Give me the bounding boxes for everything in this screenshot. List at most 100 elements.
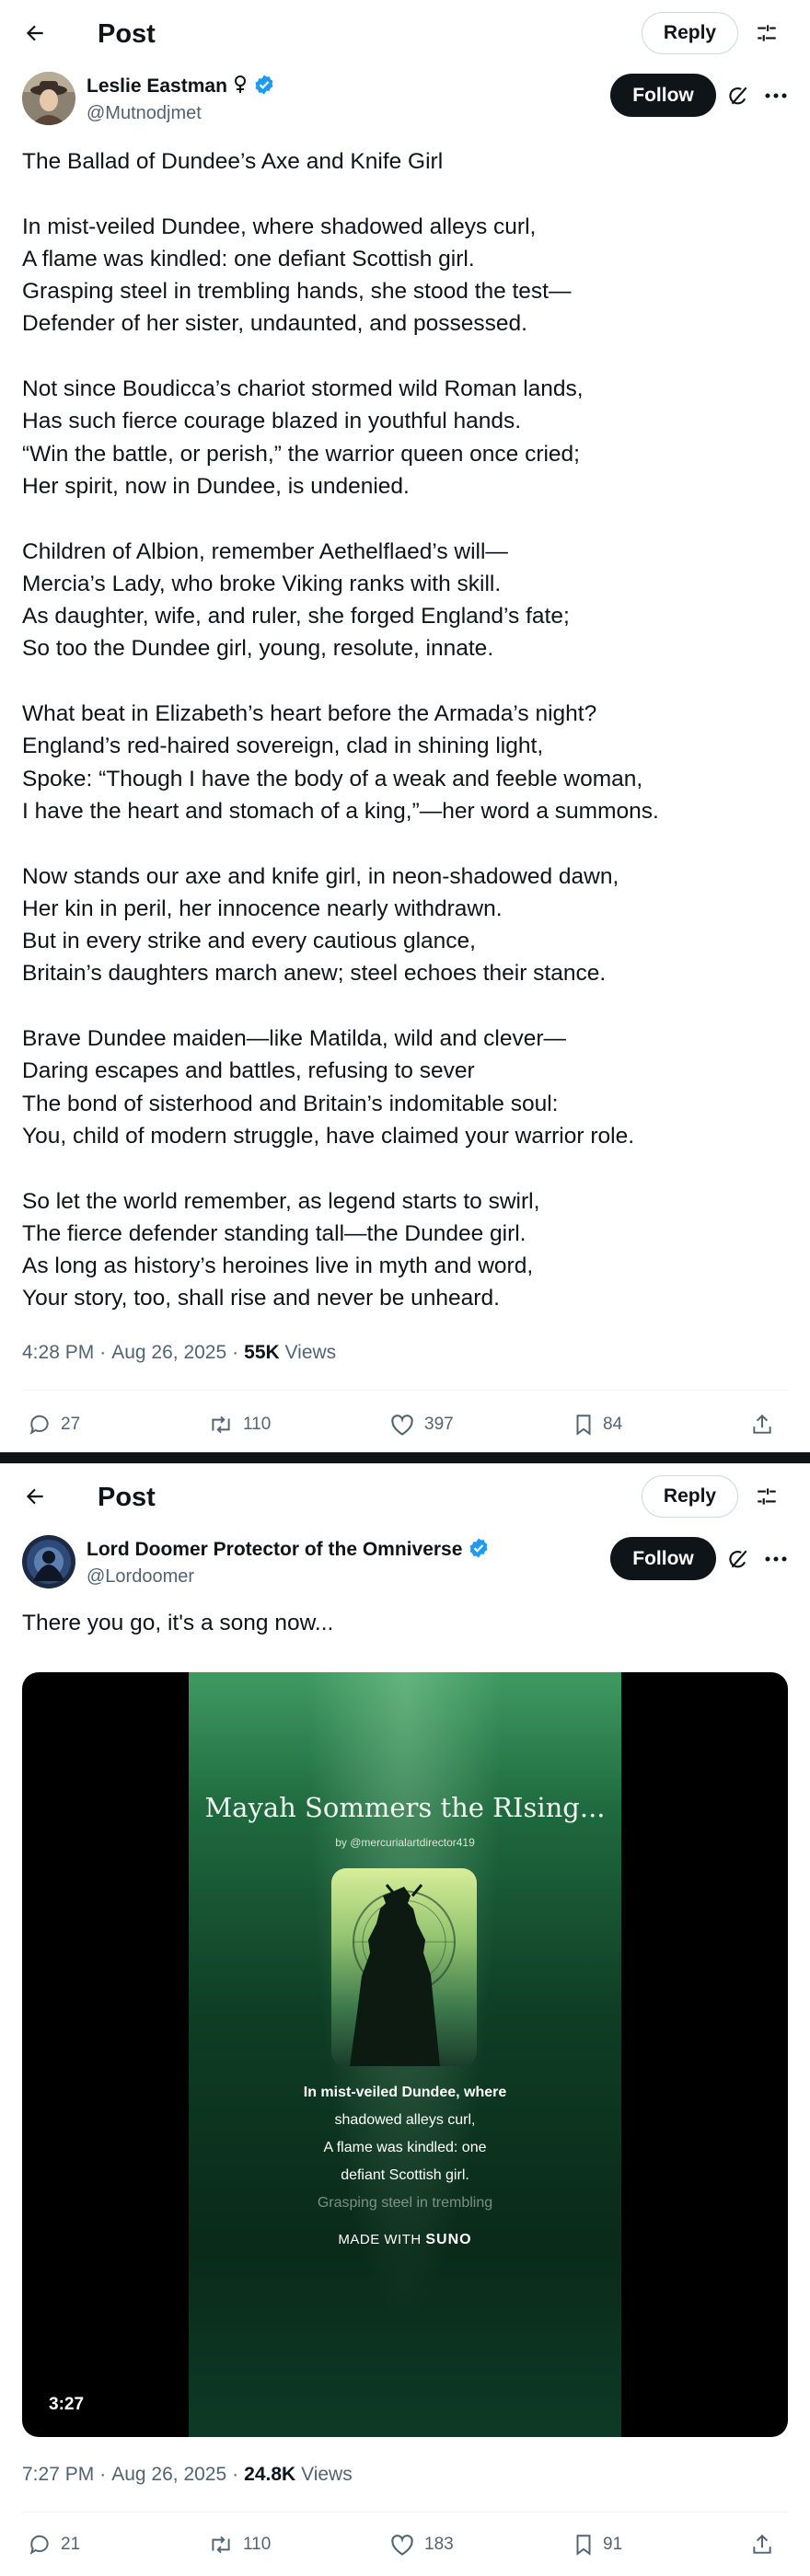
post-header: Post Reply: [0, 0, 810, 66]
bookmark-action[interactable]: 91: [573, 2522, 622, 2568]
post-time[interactable]: 4:28 PM: [22, 1342, 94, 1364]
back-arrow-icon[interactable]: [18, 17, 52, 50]
poem-title: The Ballad of Dundee’s Axe and Knife Gir…: [22, 145, 786, 178]
poem-line: But in every strike and every cautious g…: [22, 929, 476, 954]
poem-line: Has such fierce courage blazed in youthf…: [22, 409, 522, 434]
reply-button[interactable]: Reply: [642, 12, 738, 54]
post-separator: [0, 1452, 810, 1463]
avatar[interactable]: [22, 72, 75, 125]
video-duration: 3:27: [49, 2395, 85, 2414]
views-number: 24.8K: [244, 2464, 296, 2485]
poem-line: The fierce defender standing tall—the Du…: [22, 1220, 526, 1246]
meta-separator: ·: [99, 1342, 107, 1363]
views-label: Views: [284, 1342, 337, 1363]
share-action[interactable]: [750, 2522, 774, 2568]
share-icon: [750, 1413, 774, 1437]
post-date[interactable]: Aug 26, 2025: [111, 2464, 226, 2486]
song-cover-art: [331, 1868, 477, 2066]
grok-icon[interactable]: [723, 1544, 753, 1574]
author-handle[interactable]: @Mutnodjmet: [87, 103, 202, 124]
repost-count: 110: [243, 1415, 272, 1434]
post-time[interactable]: 7:27 PM: [22, 2464, 94, 2486]
reply-action[interactable]: 21: [28, 2522, 80, 2568]
post-text: There you go, it's a song now...: [22, 1611, 334, 1635]
share-action[interactable]: [750, 1402, 774, 1448]
views-count: 24.8K Views: [244, 2464, 353, 2486]
poem-line: “Win the battle, or perish,” the warrior…: [22, 441, 580, 467]
poem-stanza: Now stands our axe and knife girl, in ne…: [22, 861, 786, 990]
reply-icon: [28, 1413, 52, 1437]
poem-stanza: What beat in Elizabeth’s heart before th…: [22, 698, 786, 827]
poem-line: As long as history’s heroines live in my…: [22, 1253, 534, 1279]
video-player[interactable]: Mayah Sommers the RIsing... by @mercuria…: [22, 1672, 788, 2437]
author-name[interactable]: Lord Doomer Protector of the Omniverse: [87, 1539, 462, 1561]
poem-line: Mercia’s Lady, who broke Viking ranks wi…: [22, 571, 502, 596]
reply-button[interactable]: Reply: [642, 1475, 738, 1518]
poem-line: Grasping steel in trembling hands, she s…: [22, 279, 572, 305]
back-arrow-icon[interactable]: [18, 1480, 52, 1513]
post-text: The Ballad of Dundee’s Axe and Knife Gir…: [22, 145, 786, 1315]
heart-icon: [389, 2533, 415, 2557]
avatar[interactable]: [22, 1535, 75, 1588]
repost-action[interactable]: 110: [208, 1402, 271, 1448]
like-action[interactable]: 183: [389, 2522, 454, 2568]
reply-action[interactable]: 27: [28, 1402, 80, 1448]
views-label: Views: [301, 2464, 353, 2485]
poem-line: In mist-veiled Dundee, where shadowed al…: [22, 214, 537, 239]
poem-line: As daughter, wife, and ruler, she forged…: [22, 604, 570, 630]
poem-line: Defender of her sister, undaunted, and p…: [22, 311, 527, 337]
lyric-line: In mist-veiled Dundee, where: [303, 2085, 507, 2100]
meta-separator: ·: [232, 1342, 239, 1363]
post-meta: 7:27 PM · Aug 26, 2025 · 24.8K Views: [22, 2464, 353, 2486]
poem-line: Now stands our axe and knife girl, in ne…: [22, 863, 619, 889]
reply-count: 27: [61, 1415, 81, 1434]
post-meta: 4:28 PM · Aug 26, 2025 · 55K Views: [22, 1342, 336, 1364]
bookmark-action[interactable]: 84: [573, 1402, 622, 1448]
lyric-line: defiant Scottish girl.: [341, 2167, 469, 2183]
settings-sliders-icon[interactable]: [750, 1480, 783, 1513]
made-with-suno: MADE WITH SUNO: [189, 2232, 621, 2248]
bookmark-icon: [573, 1413, 594, 1437]
follow-button[interactable]: Follow: [610, 74, 716, 117]
poem-stanza: Brave Dundee maiden—like Matilda, wild a…: [22, 1022, 786, 1152]
poem-line: Not since Boudicca’s chariot stormed wil…: [22, 376, 584, 402]
reply-icon: [28, 2533, 52, 2557]
poem-line: Spoke: “Though I have the body of a weak…: [22, 766, 643, 791]
poem-line: So let the world remember, as legend sta…: [22, 1188, 540, 1214]
female-sign-icon: [233, 75, 248, 99]
poem-stanza: In mist-veiled Dundee, where shadowed al…: [22, 211, 786, 341]
author-row: Lord Doomer Protector of the Omniverse @…: [0, 1530, 810, 1603]
heart-icon: [389, 1413, 415, 1437]
settings-sliders-icon[interactable]: [750, 17, 783, 50]
follow-button[interactable]: Follow: [610, 1537, 716, 1580]
views-number: 55K: [244, 1342, 280, 1363]
poem-stanza: Children of Albion, remember Aethelflaed…: [22, 536, 786, 665]
verified-badge-icon: [253, 74, 275, 100]
repost-icon: [208, 2533, 234, 2557]
post-date[interactable]: Aug 26, 2025: [111, 1342, 226, 1364]
poem-line: What beat in Elizabeth’s heart before th…: [22, 701, 597, 727]
poem-line: England’s red-haired sovereign, clad in …: [22, 734, 544, 759]
repost-count: 110: [243, 2535, 272, 2554]
like-count: 397: [424, 1415, 454, 1434]
lyric-line: A flame was kindled: one: [323, 2140, 487, 2155]
poem-line: Britain’s daughters march anew; steel ec…: [22, 961, 607, 987]
like-action[interactable]: 397: [389, 1402, 454, 1448]
repost-action[interactable]: 110: [208, 2522, 271, 2568]
more-options-icon[interactable]: [760, 1544, 792, 1574]
grok-icon[interactable]: [723, 81, 753, 110]
more-options-icon[interactable]: [760, 81, 792, 110]
poem-stanza: Not since Boudicca’s chariot stormed wil…: [22, 373, 786, 502]
author-name-row: Lord Doomer Protector of the Omniverse: [87, 1537, 490, 1563]
bookmark-count: 84: [603, 1415, 623, 1434]
page-title: Post: [98, 1483, 156, 1512]
lyric-line: shadowed alleys curl,: [334, 2112, 476, 2128]
divider: [22, 1390, 788, 1391]
author-name[interactable]: Leslie Eastman: [87, 75, 227, 98]
reply-count: 21: [61, 2535, 81, 2554]
poem-line: A flame was kindled: one defiant Scottis…: [22, 246, 475, 271]
author-handle[interactable]: @Lordoomer: [87, 1566, 194, 1588]
poem-line: So too the Dundee girl, young, resolute,…: [22, 636, 494, 662]
bookmark-count: 91: [603, 2535, 623, 2554]
video-frame: Mayah Sommers the RIsing... by @mercuria…: [189, 1672, 621, 2437]
